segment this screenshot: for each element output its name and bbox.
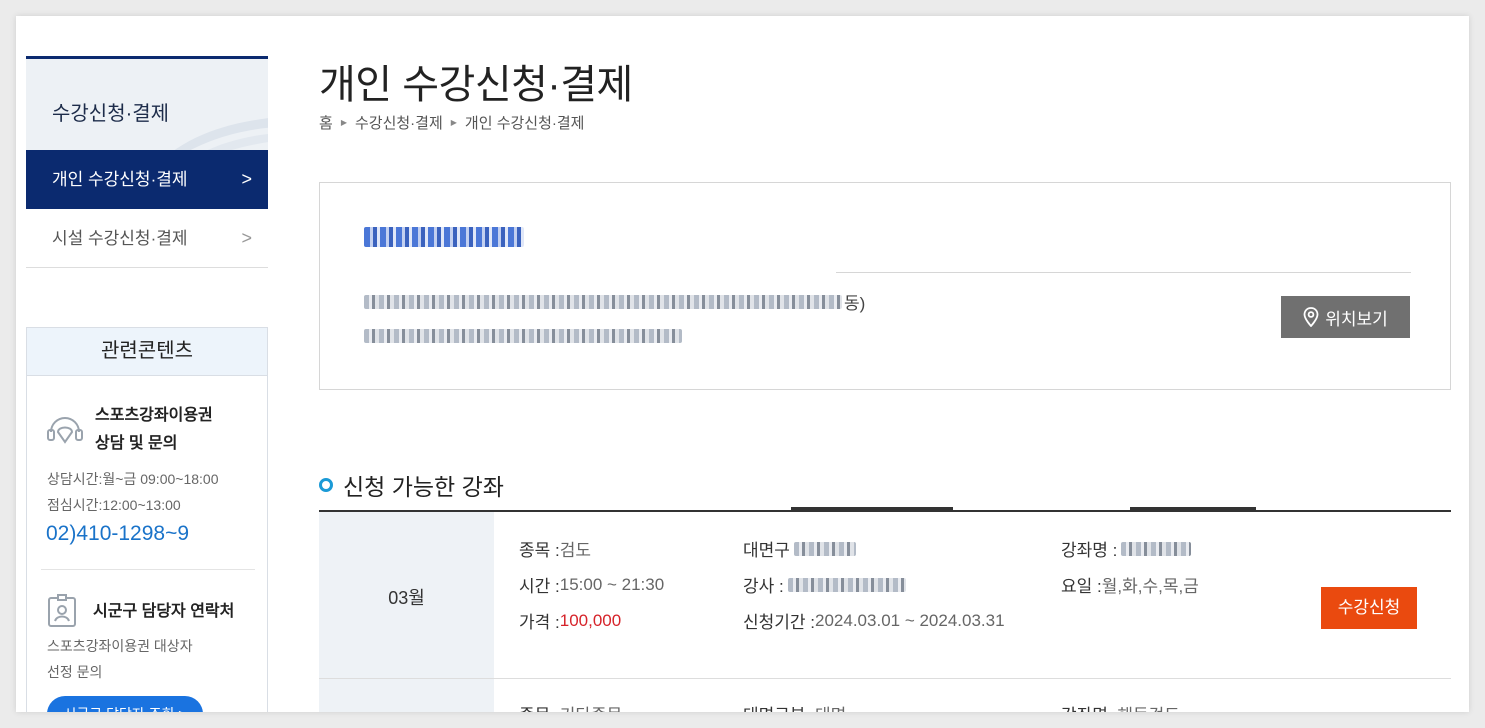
table-row: 03월 종목 : 검도 시간 : 15:00 ~ 21:30 가격 : 100,… [319, 512, 1451, 679]
sidebar-header: 수강신청·결제 [26, 56, 268, 153]
consult-hours: 상담시간:월~금 09:00~18:00 [47, 471, 219, 487]
breadcrumb-section[interactable]: 수강신청·결제 [355, 112, 443, 133]
sport-field: 종목 : 검도 [519, 541, 592, 560]
contact-lookup-button[interactable]: 시군구 담당자 조회 > [47, 696, 203, 712]
page-frame: 수강신청·결제 개인 수강신청·결제 > 시설 수강신청·결제 > 관련콘텐츠 … [16, 16, 1469, 712]
consult-lunch: 점심시간:12:00~13:00 [47, 497, 181, 513]
sport-field: 종목 : 기타종목 [519, 701, 622, 712]
sidebar-item-label: 개인 수강신청·결제 [52, 170, 188, 189]
breadcrumb-home[interactable]: 홈 [319, 112, 333, 133]
chevron-right-icon: > [241, 228, 252, 248]
location-button-label: 위치보기 [1325, 309, 1388, 329]
divider [836, 272, 1411, 273]
teacher-field: 강사 : [743, 572, 906, 597]
facility-phone-redacted [364, 327, 682, 345]
location-button[interactable]: 위치보기 [1281, 296, 1410, 338]
days-field: 요일 : 월,화,수,목,금 [1061, 577, 1199, 596]
price-field: 가격 : 100,000 [519, 610, 622, 633]
consult-phone[interactable]: 02)410-1298~9 [46, 522, 189, 546]
breadcrumb-separator-icon: ▶ [340, 118, 347, 127]
contact-title: 시군구 담당자 연락처 [93, 603, 235, 620]
consult-title-line2: 상담 및 문의 [95, 435, 178, 452]
breadcrumb-current: 개인 수강신청·결제 [464, 115, 585, 132]
divider [41, 569, 255, 570]
month-label: 03월 [388, 588, 425, 608]
facility-address: 동) [364, 289, 865, 314]
course-name-field: 강좌명 : 해동검도 [1061, 701, 1180, 712]
section-title-label: 신청 가능한 강좌 [343, 474, 504, 500]
id-badge-icon [48, 594, 76, 627]
table-row: 종목 : 기타종목 대면구분 : 대면 강좌명 : 해동검도 [319, 679, 1451, 712]
month-cell: 03월 [319, 512, 494, 678]
bullet-circle-icon [319, 478, 333, 492]
related-heading: 관련콘텐츠 [27, 328, 267, 376]
sidebar-item-label: 시설 수강신청·결제 [52, 229, 188, 248]
time-field: 시간 : 15:00 ~ 21:30 [519, 574, 665, 597]
breadcrumb: 홈 ▶ 수강신청·결제 ▶ 개인 수강신청·결제 [319, 112, 585, 133]
type-field: 대면구 [743, 536, 856, 561]
facility-info-box: 동) 위치보기 [319, 182, 1451, 390]
period-field: 신청기간 : 2024.03.01 ~ 2024.03.31 [743, 610, 1005, 633]
sidebar-title: 수강신청·결제 [52, 103, 170, 125]
breadcrumb-separator-icon: ▶ [450, 118, 457, 127]
contact-desc-line2: 선정 문의 [47, 664, 103, 680]
facility-name-redacted [364, 227, 524, 247]
course-table: 03월 종목 : 검도 시간 : 15:00 ~ 21:30 가격 : 100,… [319, 510, 1451, 712]
wing-decoration-icon [170, 118, 268, 153]
sidebar-item-facility[interactable]: 시설 수강신청·결제 > [26, 209, 268, 268]
contact-desc-line1: 스포츠강좌이용권 대상자 [47, 638, 193, 654]
headset-consult-icon [47, 417, 83, 444]
type-field: 대면구분 : 대면 [743, 701, 846, 712]
apply-button[interactable]: 수강신청 [1321, 587, 1417, 629]
course-name-field: 강좌명 : [1061, 536, 1192, 561]
month-cell [319, 679, 494, 712]
section-title: 신청 가능한 강좌 [319, 468, 504, 502]
sidebar-item-personal[interactable]: 개인 수강신청·결제 > [26, 150, 268, 209]
consult-title-line1: 스포츠강좌이용권 [95, 407, 213, 424]
address-tail: 동) [844, 294, 866, 313]
page-title: 개인 수강신청·결제 [319, 63, 633, 107]
map-pin-icon [1303, 307, 1319, 327]
chevron-right-icon: > [241, 169, 252, 189]
related-content-box: 관련콘텐츠 스포츠강좌이용권 상담 및 문의 상담시간:월~금 09:00~18… [26, 327, 268, 712]
